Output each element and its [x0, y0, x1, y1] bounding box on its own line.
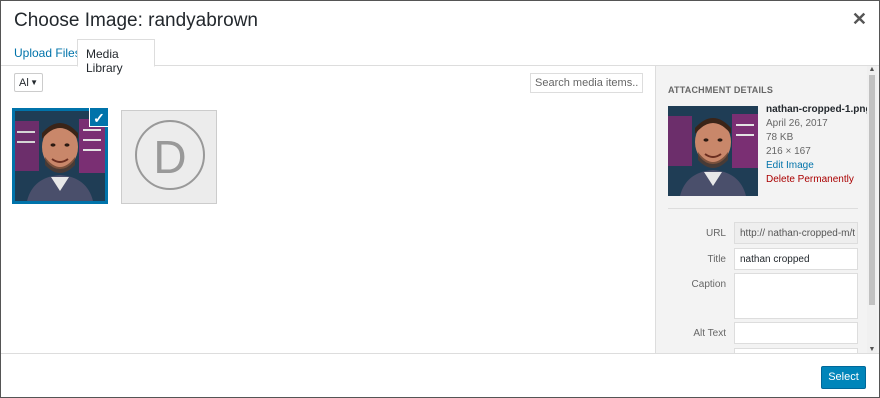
- attachment-filename: nathan-cropped-1.png: [766, 104, 872, 115]
- search-input[interactable]: [530, 73, 643, 93]
- url-field[interactable]: http:// nathan-cropped-m/t: [734, 222, 858, 244]
- attachment-size: 78 KB: [766, 132, 794, 143]
- attachment-dimensions: 216 × 167: [766, 146, 811, 157]
- attachment-details-heading: ATTACHMENT DETAILS: [668, 85, 774, 95]
- attachment-date: April 26, 2017: [766, 118, 828, 129]
- details-divider: [668, 208, 858, 209]
- divi-logo-icon: D: [135, 120, 205, 190]
- scroll-down-icon[interactable]: ▼: [868, 346, 876, 353]
- checkmark-icon[interactable]: ✓: [89, 107, 109, 127]
- attachments-grid: ✓ D: [1, 101, 655, 353]
- modal-footer: Select: [1, 353, 879, 397]
- select-button[interactable]: Select: [821, 366, 866, 389]
- tab-bar: Upload Files Media Library: [1, 39, 879, 75]
- attachment-thumbnail-nathan[interactable]: ✓: [12, 107, 109, 204]
- scroll-up-icon[interactable]: ▲: [868, 66, 876, 73]
- divi-logo-letter: D: [153, 131, 187, 183]
- attachment-thumbnail-divi[interactable]: D: [121, 110, 217, 204]
- caption-field[interactable]: [734, 273, 858, 319]
- alt-text-label: Alt Text: [693, 328, 726, 339]
- attachment-preview: [668, 106, 758, 196]
- caption-label: Caption: [691, 279, 726, 290]
- alt-text-field[interactable]: [734, 322, 858, 344]
- media-modal: Choose Image: randyabrown ✕ Upload Files…: [0, 0, 880, 398]
- person-photo-icon: [668, 106, 758, 196]
- scrollbar-thumb[interactable]: [869, 75, 875, 305]
- modal-title: Choose Image: randyabrown: [14, 10, 258, 31]
- attachment-details-sidebar: ATTACHMENT DETAILS nathan-cropped-1.png …: [655, 66, 879, 353]
- close-icon[interactable]: ✕: [852, 10, 867, 28]
- attachment-info: nathan-cropped-1.png April 26, 2017 78 K…: [766, 103, 872, 187]
- title-field[interactable]: nathan cropped: [734, 248, 858, 270]
- url-label: URL: [705, 228, 726, 239]
- delete-permanently-link[interactable]: Delete Permanently: [766, 173, 872, 187]
- tab-media-library[interactable]: Media Library: [77, 39, 155, 75]
- chevron-down-icon: ▼: [30, 78, 38, 87]
- title-label: Title: [707, 254, 726, 265]
- media-type-filter[interactable]: Al ▼: [14, 73, 43, 92]
- sidebar-scrollbar[interactable]: ▲ ▼: [867, 66, 877, 353]
- edit-image-link[interactable]: Edit Image: [766, 159, 872, 173]
- modal-header: Choose Image: randyabrown ✕: [1, 1, 879, 39]
- filter-value: Al: [19, 77, 29, 89]
